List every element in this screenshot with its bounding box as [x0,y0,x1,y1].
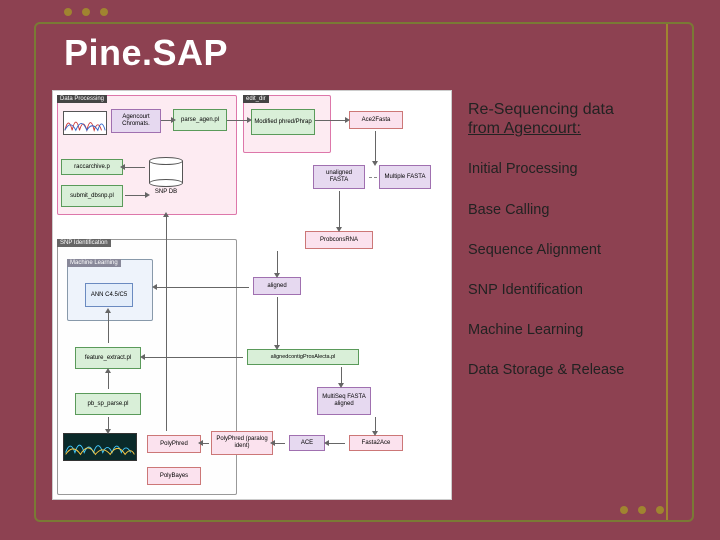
trace-thumbnail-icon [63,433,137,461]
node-ace2fasta: Ace2Fasta [349,111,403,129]
arrow-icon [161,120,171,121]
arrow-icon [375,417,376,431]
list-item: SNP Identification [468,281,662,299]
arrow-icon [145,357,243,358]
node-pb-sp-parse: pb_sp_parse.pl [75,393,141,415]
arrow-icon [341,367,342,383]
arrow-icon [108,373,109,389]
arrow-icon [108,313,109,343]
panel-label: SNP Identification [57,239,111,247]
arrow-icon [369,177,377,178]
arrow-icon [157,287,249,288]
arrow-icon [329,443,345,444]
arrow-icon [203,443,209,444]
decor-dots-top [64,8,108,16]
node-ann: ANN C4.5/C5 [85,283,133,307]
node-probcons: ProbconsRNA [305,231,373,249]
list-item: Data Storage & Release [468,361,662,379]
node-polybayes: PolyBayes [147,467,201,485]
heading-line-2: from Agencourt: [468,120,581,137]
arrow-icon [277,297,278,345]
heading-line-1: Re-Sequencing data [468,101,614,118]
arrow-icon [277,251,278,273]
arrow-icon [166,217,167,431]
text-column: Re-Sequencing data from Agencourt: Initi… [452,90,674,520]
arrow-icon [275,443,285,444]
node-modified-phred: Modified phred/Phrap [251,109,315,135]
db-icon: SNP DB [149,157,183,187]
node-agencourt-chromats: Agencourt Chromats. [111,109,161,133]
node-aligned: aligned [253,277,301,295]
node-polyphred: PolyPhred [147,435,201,453]
arrow-icon [339,191,340,227]
panel-label: Data Processing [57,95,107,103]
list-item: Sequence Alignment [468,241,662,259]
node-polyphred-paralog: PolyPhred (paralog ident) [211,431,273,455]
node-multiseq-fasta: MultiSeq FASTA aligned [317,387,371,415]
list-item: Base Calling [468,201,662,219]
node-unaligned-fasta: unaligned FASTA [313,165,365,189]
node-fasta2ace: Fasta2Ace [349,435,403,451]
node-feature-extract: feature_extract.pl [75,347,141,369]
workflow-diagram: Data Processing edit_dir SNP Identificat… [52,90,452,500]
node-aligned-contig: alignedcontigProsAlecta.pl [247,349,359,365]
slide-title: Pine.SAP [64,32,228,74]
panel-label: Machine Learning [67,259,121,267]
node-ace: ACE [289,435,325,451]
node-multiple-fasta: Multiple FASTA [379,165,431,189]
node-raccarchive: raccarchive.p [61,159,123,175]
arrow-icon [315,120,345,121]
slide-body: Data Processing edit_dir SNP Identificat… [52,90,674,520]
arrow-icon [375,131,376,161]
chromat-thumbnail-icon [63,111,107,135]
arrow-icon [125,195,145,196]
panel-label: edit_dir [243,95,269,103]
list-item: Initial Processing [468,160,662,178]
list-item: Machine Learning [468,321,662,339]
arrow-icon [227,120,247,121]
text-heading: Re-Sequencing data from Agencourt: [468,100,662,138]
node-submit-dbsnp: submit_dbsnp.pl [61,185,123,207]
arrow-icon [108,417,109,429]
arrow-icon [125,167,145,168]
node-parse-agen: parse_agen.pl [173,109,227,131]
